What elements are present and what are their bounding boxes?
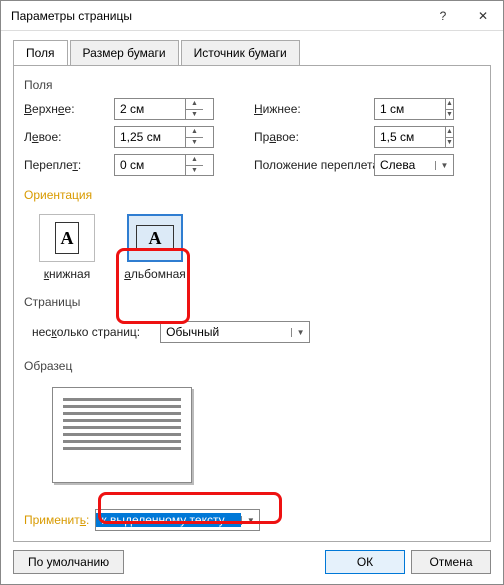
landscape-label: альбомная <box>124 267 186 281</box>
page-setup-dialog: Параметры страницы ? ✕ Поля Размер бумаг… <box>0 0 504 585</box>
left-margin-field[interactable] <box>115 127 185 147</box>
down-icon[interactable]: ▼ <box>186 138 203 148</box>
tab-paper-size[interactable]: Размер бумаги <box>70 40 179 66</box>
preview-line <box>63 398 181 401</box>
gutter-label: Переплет: <box>24 158 104 172</box>
orientation-portrait[interactable]: A книжная <box>32 214 102 281</box>
bottom-margin-label: Нижнее: <box>224 102 364 116</box>
preview-line <box>63 426 181 429</box>
tab-panel-fields: Поля Верхнее: ▲▼ Нижнее: ▲▼ Левое: ▲▼ Пр… <box>13 65 491 542</box>
help-icon: ? <box>440 9 447 23</box>
margins-grid: Верхнее: ▲▼ Нижнее: ▲▼ Левое: ▲▼ Правое: <box>24 98 480 176</box>
preview-line <box>63 447 181 450</box>
top-margin-label: Верхнее: <box>24 102 104 116</box>
group-margins-label: Поля <box>24 78 480 92</box>
apply-label: Применить: <box>24 513 89 527</box>
apply-to-combo[interactable]: к выделенному тексту ▼ <box>95 509 260 531</box>
dialog-title: Параметры страницы <box>11 9 423 23</box>
tab-paper-source[interactable]: Источник бумаги <box>181 40 300 66</box>
up-icon[interactable]: ▲ <box>186 127 203 138</box>
right-margin-field[interactable] <box>375 127 445 147</box>
pages-row: несколько страниц: Обычный ▼ <box>32 321 480 343</box>
down-icon[interactable]: ▼ <box>446 138 453 148</box>
down-icon[interactable]: ▼ <box>186 110 203 120</box>
preview-line <box>63 419 181 422</box>
top-margin-spinner[interactable]: ▲▼ <box>185 99 203 119</box>
gutter-spinner[interactable]: ▲▼ <box>185 155 203 175</box>
preview-line <box>63 440 181 443</box>
chevron-down-icon[interactable]: ▼ <box>435 161 453 170</box>
left-margin-spinner[interactable]: ▲▼ <box>185 127 203 147</box>
close-button[interactable]: ✕ <box>463 1 503 31</box>
gutter-position-combo[interactable]: Слева ▼ <box>374 154 454 176</box>
preview-line <box>63 412 181 415</box>
group-pages-label: Страницы <box>24 295 480 309</box>
up-icon[interactable]: ▲ <box>186 155 203 166</box>
left-margin-input[interactable]: ▲▼ <box>114 126 214 148</box>
apply-to-value: к выделенному тексту <box>96 513 241 527</box>
gutter-position-label: Положение переплета: <box>224 158 364 172</box>
gutter-field[interactable] <box>115 155 185 175</box>
portrait-icon: A <box>39 214 95 262</box>
preview-thumbnail <box>52 387 192 483</box>
group-sample-label: Образец <box>24 359 480 373</box>
dialog-buttons: По умолчанию ОК Отмена <box>13 550 491 574</box>
up-icon[interactable]: ▲ <box>446 99 453 110</box>
bottom-margin-field[interactable] <box>375 99 445 119</box>
multi-pages-value: Обычный <box>161 325 291 339</box>
dialog-content: Поля Размер бумаги Источник бумаги Поля … <box>1 31 503 584</box>
multi-pages-label: несколько страниц: <box>32 325 140 339</box>
set-default-button[interactable]: По умолчанию <box>13 550 124 574</box>
preview-line <box>63 433 181 436</box>
preview-line <box>63 405 181 408</box>
close-icon: ✕ <box>478 9 488 23</box>
right-margin-spinner[interactable]: ▲▼ <box>445 127 453 147</box>
cancel-button[interactable]: Отмена <box>411 550 491 574</box>
up-icon[interactable]: ▲ <box>186 99 203 110</box>
tab-fields[interactable]: Поля <box>13 40 68 66</box>
top-margin-input[interactable]: ▲▼ <box>114 98 214 120</box>
left-margin-label: Левое: <box>24 130 104 144</box>
titlebar: Параметры страницы ? ✕ <box>1 1 503 31</box>
orientation-landscape[interactable]: A альбомная <box>120 214 190 281</box>
chevron-down-icon[interactable]: ▼ <box>291 328 309 337</box>
right-margin-label: Правое: <box>224 130 364 144</box>
multi-pages-combo[interactable]: Обычный ▼ <box>160 321 310 343</box>
down-icon[interactable]: ▼ <box>186 166 203 176</box>
landscape-icon: A <box>127 214 183 262</box>
apply-row: Применить: к выделенному тексту ▼ <box>24 497 480 531</box>
right-margin-input[interactable]: ▲▼ <box>374 126 454 148</box>
bottom-margin-input[interactable]: ▲▼ <box>374 98 454 120</box>
ok-button[interactable]: ОК <box>325 550 405 574</box>
top-margin-field[interactable] <box>115 99 185 119</box>
tab-strip: Поля Размер бумаги Источник бумаги <box>13 40 491 66</box>
orientation-options: A книжная A альбомная <box>32 214 480 281</box>
down-icon[interactable]: ▼ <box>446 110 453 120</box>
gutter-input[interactable]: ▲▼ <box>114 154 214 176</box>
group-orientation-label: Ориентация <box>24 188 480 202</box>
chevron-down-icon[interactable]: ▼ <box>241 516 259 525</box>
gutter-position-value: Слева <box>375 158 435 172</box>
up-icon[interactable]: ▲ <box>446 127 453 138</box>
help-button[interactable]: ? <box>423 1 463 31</box>
portrait-label: книжная <box>44 267 90 281</box>
bottom-margin-spinner[interactable]: ▲▼ <box>445 99 453 119</box>
